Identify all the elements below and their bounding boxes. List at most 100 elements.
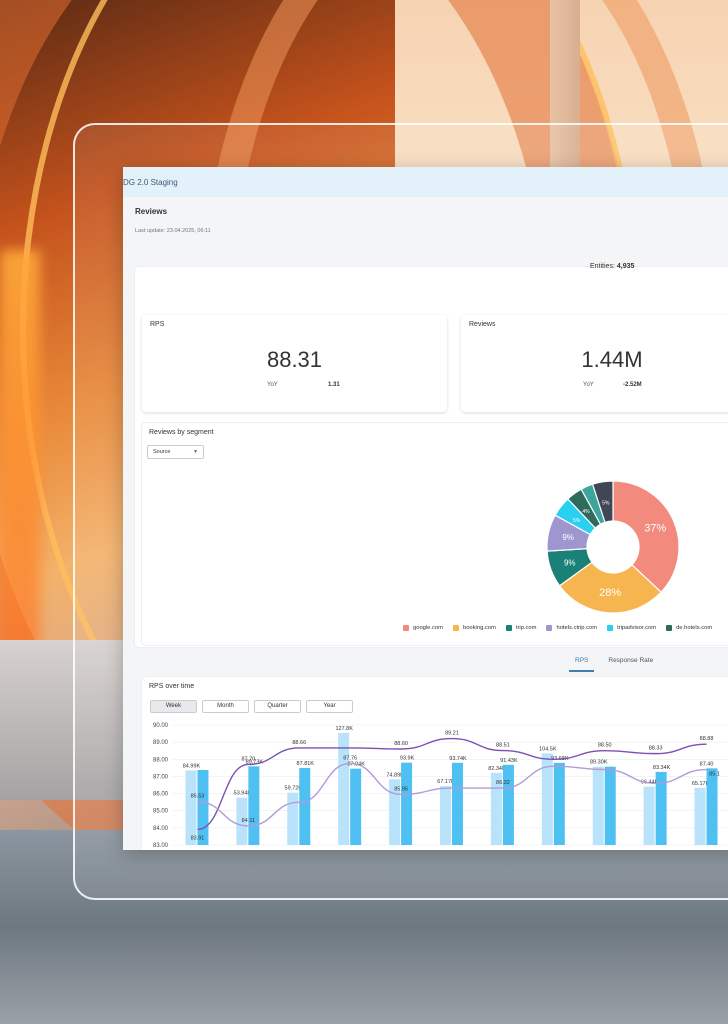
bar[interactable]	[248, 766, 260, 845]
pie-slice-label: 9%	[562, 533, 574, 542]
period-button-month[interactable]: Month	[202, 700, 249, 713]
bar[interactable]	[350, 768, 362, 845]
bar[interactable]	[338, 732, 350, 845]
legend-label: tripadvisor.com	[617, 625, 657, 631]
legend-label: google.com	[413, 625, 443, 631]
entities-value: 4,935	[616, 263, 635, 270]
main-content: Reviews Last update: 23.04.2025, 06:11 E…	[123, 197, 728, 850]
pie-slice-label: 28%	[599, 587, 621, 599]
legend-item[interactable]: trip.com	[505, 625, 537, 631]
legend-swatch	[546, 625, 553, 631]
legend-swatch	[403, 625, 409, 631]
pie-slice-label: 5%	[602, 501, 610, 507]
legend-swatch	[666, 625, 673, 631]
rps-card-label: RPS	[150, 321, 165, 328]
legend-label: hotels.ctrip.com	[556, 625, 598, 631]
bar-label: 84.99K	[183, 763, 201, 769]
legend-item[interactable]: tripadvisor.com	[607, 625, 656, 631]
y-tick-label: 84.00	[153, 826, 169, 832]
period-buttons: Week Month Quarter Year	[150, 700, 353, 713]
line-label: 87.76	[343, 755, 357, 761]
chevron-down-icon: ▼	[193, 449, 198, 455]
bar[interactable]	[401, 762, 413, 845]
line-label: 83.91	[191, 835, 205, 841]
bar[interactable]	[502, 764, 514, 845]
pie-slice-label: 37%	[644, 523, 666, 535]
line-label: 88.33	[649, 746, 663, 752]
line-label: 86.32	[496, 780, 510, 786]
line-label: 89.21	[445, 731, 459, 737]
line-label: 87.40	[700, 762, 714, 768]
pie-slice-label: 9%	[564, 559, 576, 568]
legend-item[interactable]: google.com	[403, 625, 443, 631]
bar-label: 91.43K	[500, 758, 518, 764]
reviews-card-label: Reviews	[469, 321, 496, 328]
bar[interactable]	[604, 766, 616, 845]
y-tick-label: 89.00	[153, 740, 169, 746]
page-title: Reviews	[135, 207, 168, 216]
bar[interactable]	[299, 767, 311, 845]
bar[interactable]	[643, 786, 655, 845]
bar-label: 87.81K	[297, 761, 315, 767]
y-tick-label: 86.00	[153, 792, 169, 798]
segment-title: Reviews by segment	[149, 429, 214, 436]
line-label: 87.70	[241, 756, 255, 762]
legend-swatch	[607, 625, 614, 631]
bar[interactable]	[185, 770, 197, 845]
bar[interactable]	[592, 766, 604, 845]
pie-slice-label: 4%	[582, 509, 590, 515]
legend-swatch	[452, 625, 459, 631]
period-button-quarter[interactable]: Quarter	[254, 700, 301, 713]
tab-rps[interactable]: RPS	[569, 657, 595, 672]
rps-combo-chart: 90.00 89.00 88.00 87.00 86.00 85.00 84.00 83.00…	[153, 723, 728, 849]
entities-label: Entities:	[590, 263, 615, 270]
segment-select[interactable]: Source ▼	[147, 445, 204, 459]
line-label: 85.1	[709, 772, 720, 778]
line-label: 84.11	[242, 818, 255, 824]
period-button-week[interactable]: Week	[150, 700, 197, 713]
period-button-year[interactable]: Year	[306, 700, 353, 713]
legend-swatch	[505, 625, 512, 631]
bar-label: 127.8K	[335, 726, 353, 732]
rps-value: 88.31	[266, 347, 323, 372]
rps-card: RPS 88.31 YoY 1.31	[142, 315, 447, 412]
segment-pie-chart: 37%28%9%9%5%4%5%	[546, 480, 680, 614]
legend-item[interactable]: booking.com	[452, 625, 496, 631]
y-tick-label: 83.00	[153, 843, 169, 849]
bar[interactable]	[694, 787, 706, 845]
line-label: 88.50	[598, 743, 612, 749]
bar[interactable]	[452, 762, 463, 845]
y-tick-label: 88.00	[153, 757, 169, 763]
rps-over-time-title: RPS over time	[149, 683, 195, 690]
top-bar: DG 2.0 Staging	[123, 167, 728, 197]
bar[interactable]	[197, 769, 209, 845]
bar-label: 93.9K	[400, 756, 415, 762]
wall-glow	[0, 250, 40, 650]
bar[interactable]	[706, 768, 718, 845]
app-title[interactable]: DG 2.0 Staging	[123, 178, 178, 187]
line-label: 88.88	[700, 736, 714, 742]
reviews-yoy-value: -2.52M	[623, 382, 642, 388]
legend-label: trip.com	[515, 625, 537, 631]
legend-label: booking.com	[462, 625, 496, 631]
line-label: 88.51	[496, 743, 510, 749]
legend-item[interactable]: hotels.ctrip.com	[546, 625, 597, 631]
bar[interactable]	[553, 762, 565, 845]
bar[interactable]	[287, 792, 299, 845]
bar-label: 83.34K	[653, 765, 671, 771]
legend-label: de.hotels.com	[676, 625, 713, 631]
tab-response-rate[interactable]: Response Rate	[608, 657, 653, 672]
last-update: Last update: 23.04.2025, 06:11	[135, 228, 211, 234]
bar[interactable]	[440, 786, 451, 845]
reviews-yoy-label: YoY	[583, 382, 594, 388]
line-label: 85.95	[394, 786, 408, 792]
rps-yoy-value: 1.31	[328, 382, 340, 388]
rps-yoy-label: YoY	[267, 382, 278, 388]
line-label: 88.66	[292, 740, 306, 746]
bar-label: 89.30K	[590, 760, 608, 766]
reviews-value: 1.44M	[581, 347, 643, 372]
bar-label: 93.74K	[449, 756, 467, 762]
legend-item[interactable]: de.hotels.com	[666, 625, 712, 631]
entities-count: Entities: 4,935	[590, 263, 634, 270]
segment-legend: google.com booking.com trip.com hotels.ctri…	[403, 625, 712, 631]
